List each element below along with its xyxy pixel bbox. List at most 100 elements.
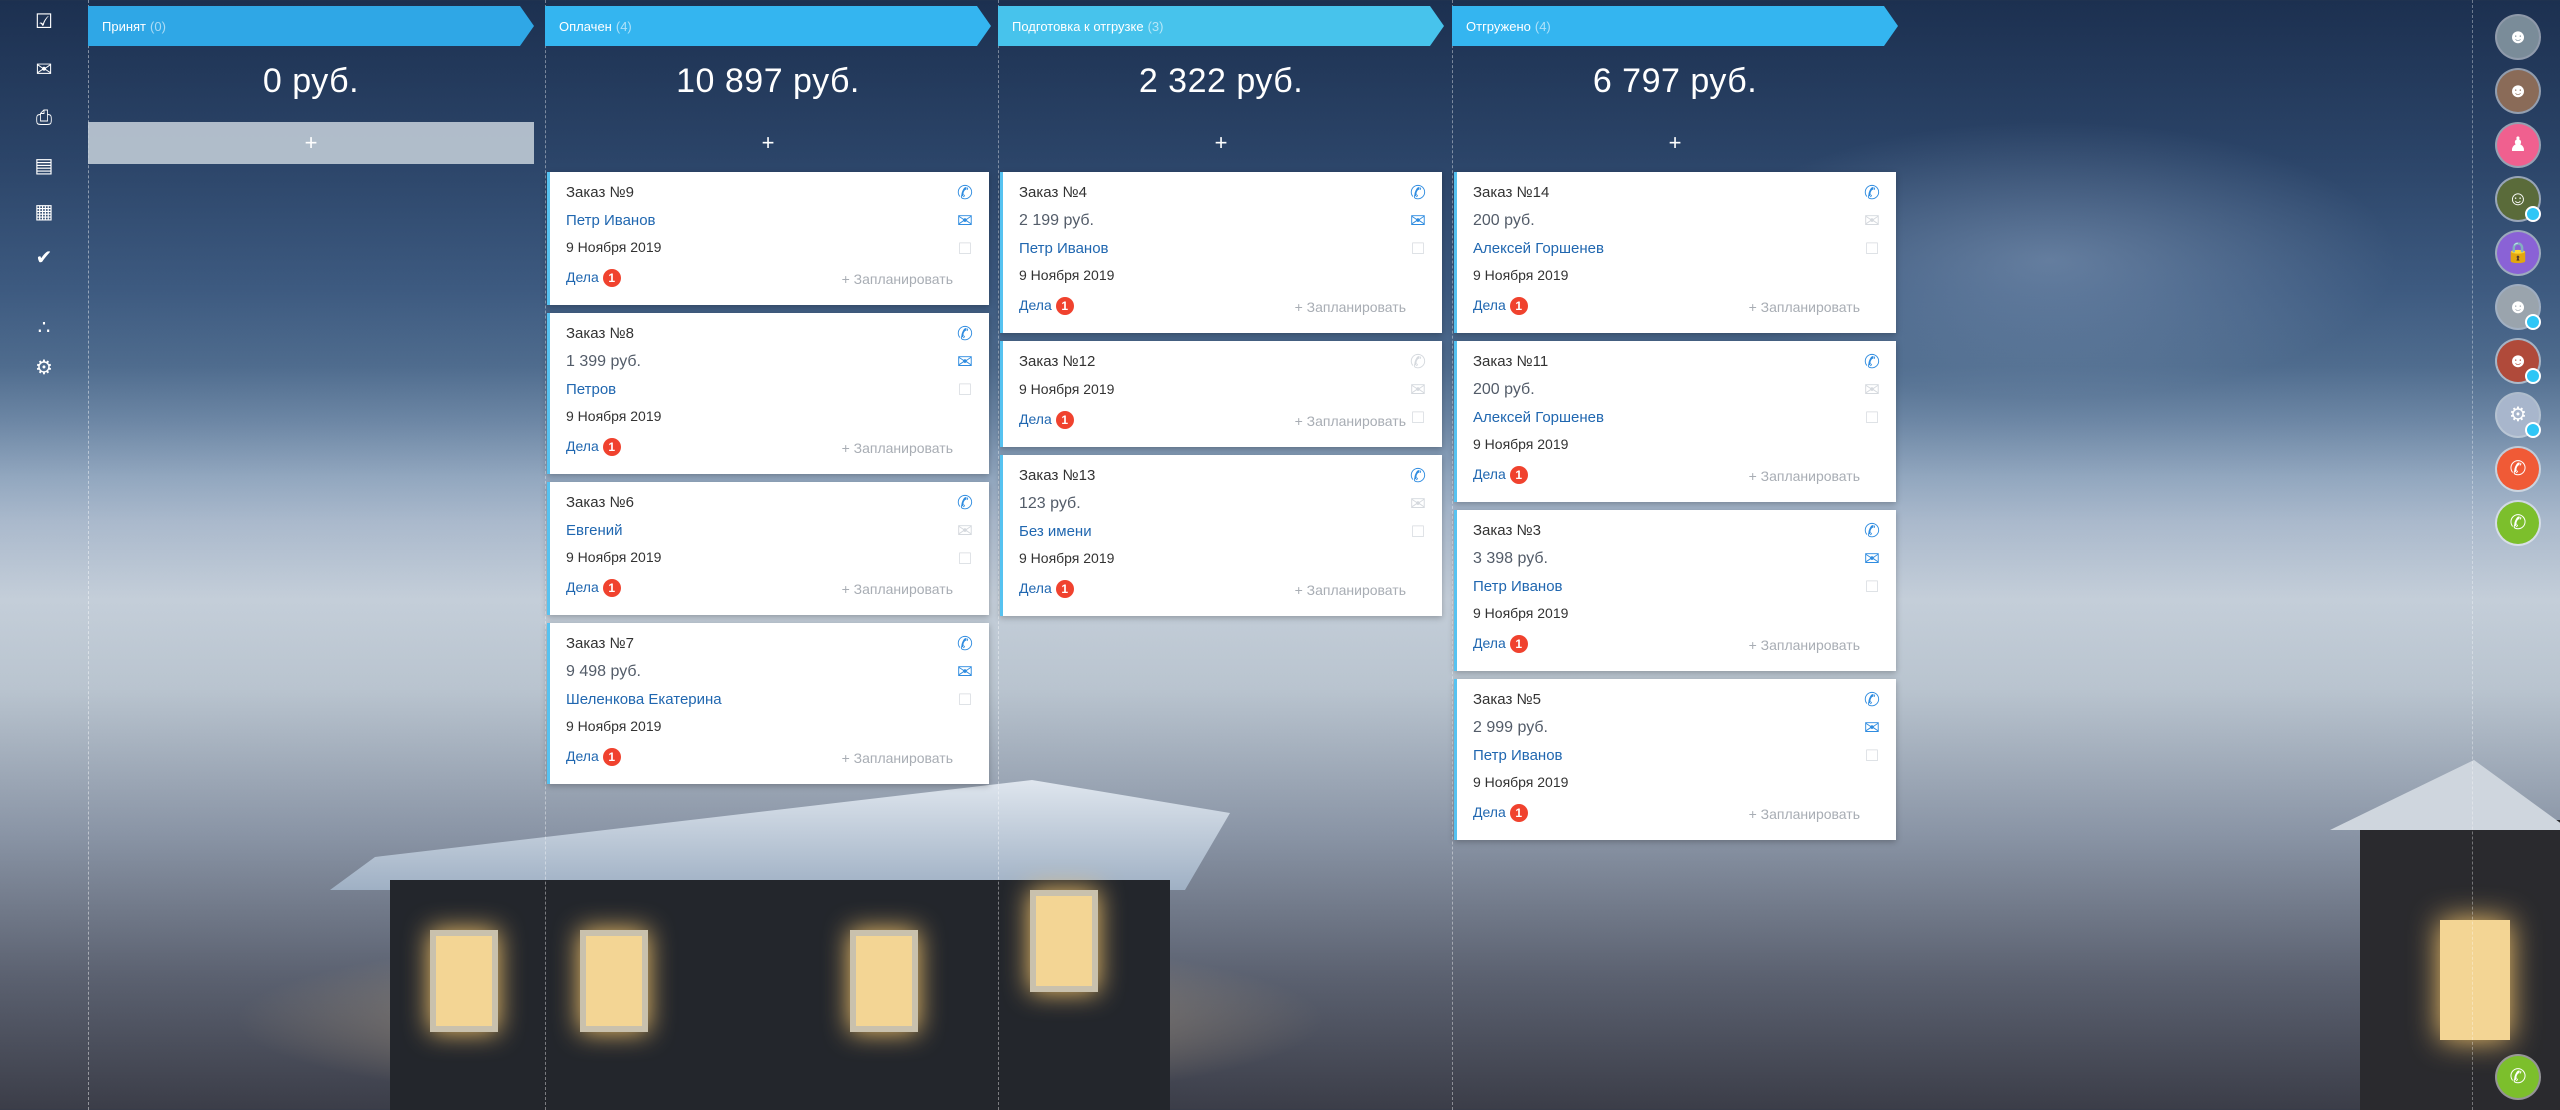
schedule-link[interactable]: + Запланировать bbox=[1749, 637, 1860, 653]
order-client[interactable]: Алексей Горшенев bbox=[1473, 409, 1882, 426]
add-card-button[interactable]: + bbox=[545, 122, 991, 164]
order-client[interactable]: Алексей Горшенев bbox=[1473, 240, 1882, 257]
order-card[interactable]: Заказ №7 9 498 руб. Шеленкова Екатерина 9 Н… bbox=[547, 623, 989, 784]
deals-link[interactable]: Дела bbox=[566, 438, 599, 454]
deals-link[interactable]: Дела bbox=[1019, 580, 1052, 596]
order-title[interactable]: Заказ №13 bbox=[1019, 467, 1428, 484]
deals-link[interactable]: Дела bbox=[566, 269, 599, 285]
order-title[interactable]: Заказ №7 bbox=[566, 635, 975, 652]
phone-icon[interactable]: ✆ bbox=[1860, 351, 1884, 379]
mail-icon[interactable]: ✉ bbox=[1406, 210, 1430, 238]
phone-icon[interactable]: ✆ bbox=[1406, 465, 1430, 493]
chat-icon[interactable]: □ bbox=[953, 379, 977, 407]
deals-link[interactable]: Дела bbox=[1473, 635, 1506, 651]
schedule-link[interactable]: + Запланировать bbox=[842, 581, 953, 597]
order-client[interactable]: Без имени bbox=[1019, 523, 1428, 540]
order-card[interactable]: Заказ №3 3 398 руб. Петр Иванов 9 Ноября 20… bbox=[1454, 510, 1896, 671]
order-title[interactable]: Заказ №5 bbox=[1473, 691, 1882, 708]
schedule-link[interactable]: + Запланировать bbox=[842, 271, 953, 287]
schedule-link[interactable]: + Запланировать bbox=[842, 440, 953, 456]
chat-icon[interactable]: □ bbox=[1406, 521, 1430, 549]
phone-icon[interactable]: ✆ bbox=[953, 323, 977, 351]
phone-icon[interactable]: ✆ bbox=[953, 182, 977, 210]
user-avatar[interactable]: ☻ bbox=[2497, 70, 2539, 112]
column-header[interactable]: Оплачен (4) bbox=[545, 6, 991, 52]
phone-icon[interactable]: ✆ bbox=[953, 633, 977, 661]
phone-icon[interactable]: ✆ bbox=[1406, 351, 1430, 379]
deals-link[interactable]: Дела bbox=[1473, 804, 1506, 820]
printer-icon[interactable]: ⎙ bbox=[32, 106, 56, 130]
mail-icon[interactable]: ✉ bbox=[953, 351, 977, 379]
order-card[interactable]: Заказ №6 Евгений 9 Ноября 2019 Дела 1 + Запла… bbox=[547, 482, 989, 615]
order-title[interactable]: Заказ №11 bbox=[1473, 353, 1882, 370]
order-card[interactable]: Заказ №11 200 руб. Алексей Горшенев 9 Ноябр… bbox=[1454, 341, 1896, 502]
order-client[interactable]: Шеленкова Екатерина bbox=[566, 691, 975, 708]
column-header[interactable]: Отгружено (4) bbox=[1452, 6, 1898, 52]
chat-icon[interactable]: □ bbox=[953, 548, 977, 576]
add-card-button[interactable]: + bbox=[1452, 122, 1898, 164]
add-card-button[interactable]: + bbox=[998, 122, 1444, 164]
phone-icon[interactable]: ✆ bbox=[953, 492, 977, 520]
group-chat-avatar[interactable]: ☺ bbox=[2497, 178, 2541, 222]
order-title[interactable]: Заказ №8 bbox=[566, 325, 975, 342]
mail-icon[interactable]: ✉ bbox=[953, 520, 977, 548]
deals-link[interactable]: Дела bbox=[566, 748, 599, 764]
calendar-icon[interactable]: ▤ bbox=[32, 154, 56, 178]
grid-icon[interactable]: ▦ bbox=[32, 200, 56, 224]
user-avatar[interactable]: ♟ bbox=[2497, 124, 2539, 166]
order-card[interactable]: Заказ №14 200 руб. Алексей Горшенев 9 Ноябр… bbox=[1454, 172, 1896, 333]
mail-icon[interactable]: ✉ bbox=[32, 58, 56, 82]
chat-icon[interactable]: □ bbox=[1860, 407, 1884, 435]
order-title[interactable]: Заказ №6 bbox=[566, 494, 975, 511]
phone-icon[interactable]: ✆ bbox=[1860, 182, 1884, 210]
chat-icon[interactable]: □ bbox=[1860, 576, 1884, 604]
add-card-button[interactable]: + bbox=[88, 122, 534, 164]
sitemap-icon[interactable]: ∴ bbox=[32, 316, 56, 340]
lock-chat-avatar[interactable]: 🔒 bbox=[2497, 232, 2539, 274]
chat-icon[interactable]: □ bbox=[1406, 238, 1430, 266]
schedule-link[interactable]: + Запланировать bbox=[1749, 806, 1860, 822]
order-client[interactable]: Петр Иванов bbox=[1473, 578, 1882, 595]
deals-link[interactable]: Дела bbox=[1019, 411, 1052, 427]
schedule-link[interactable]: + Запланировать bbox=[1295, 299, 1406, 315]
chat-icon[interactable]: □ bbox=[953, 238, 977, 266]
order-card[interactable]: Заказ №9 Петр Иванов 9 Ноября 2019 Дела 1 + З… bbox=[547, 172, 989, 305]
call-icon[interactable]: ✆ bbox=[2497, 1056, 2539, 1098]
order-card[interactable]: Заказ №5 2 999 руб. Петр Иванов 9 Ноября 20… bbox=[1454, 679, 1896, 840]
order-client[interactable]: Петр Иванов bbox=[1019, 240, 1428, 257]
deals-link[interactable]: Дела bbox=[1473, 466, 1506, 482]
phone-icon[interactable]: ✆ bbox=[1860, 520, 1884, 548]
schedule-link[interactable]: + Запланировать bbox=[1749, 468, 1860, 484]
schedule-link[interactable]: + Запланировать bbox=[1749, 299, 1860, 315]
mail-icon[interactable]: ✉ bbox=[1860, 210, 1884, 238]
order-client[interactable]: Петров bbox=[566, 381, 975, 398]
schedule-link[interactable]: + Запланировать bbox=[842, 750, 953, 766]
deals-link[interactable]: Дела bbox=[566, 579, 599, 595]
order-title[interactable]: Заказ №4 bbox=[1019, 184, 1428, 201]
call-icon[interactable]: ✆ bbox=[2497, 502, 2539, 544]
mail-icon[interactable]: ✉ bbox=[1860, 548, 1884, 576]
mail-icon[interactable]: ✉ bbox=[953, 210, 977, 238]
order-client[interactable]: Евгений bbox=[566, 522, 975, 539]
bot-avatar[interactable]: ⚙ bbox=[2497, 394, 2541, 438]
chat-icon[interactable]: □ bbox=[953, 689, 977, 717]
settings-icon[interactable]: ⚙ bbox=[32, 356, 56, 380]
mail-icon[interactable]: ✉ bbox=[1860, 717, 1884, 745]
user-avatar[interactable]: ☻ bbox=[2497, 16, 2539, 58]
schedule-link[interactable]: + Запланировать bbox=[1295, 413, 1406, 429]
missed-call-icon[interactable]: ✆ bbox=[2497, 448, 2539, 490]
deals-link[interactable]: Дела bbox=[1473, 297, 1506, 313]
order-card[interactable]: Заказ №4 2 199 руб. Петр Иванов 9 Ноября 20… bbox=[1000, 172, 1442, 333]
user-avatar[interactable]: ☻ bbox=[2497, 340, 2541, 384]
order-title[interactable]: Заказ №12 bbox=[1019, 353, 1428, 370]
phone-icon[interactable]: ✆ bbox=[1406, 182, 1430, 210]
chat-icon[interactable]: □ bbox=[1406, 407, 1430, 435]
order-client[interactable]: Петр Иванов bbox=[1473, 747, 1882, 764]
check-circle-icon[interactable]: ✔ bbox=[32, 246, 56, 270]
schedule-link[interactable]: + Запланировать bbox=[1295, 582, 1406, 598]
deals-link[interactable]: Дела bbox=[1019, 297, 1052, 313]
order-client[interactable]: Петр Иванов bbox=[566, 212, 975, 229]
chat-icon[interactable]: □ bbox=[1860, 745, 1884, 773]
tasks-icon[interactable]: ☑ bbox=[32, 10, 56, 34]
mail-icon[interactable]: ✉ bbox=[1406, 493, 1430, 521]
